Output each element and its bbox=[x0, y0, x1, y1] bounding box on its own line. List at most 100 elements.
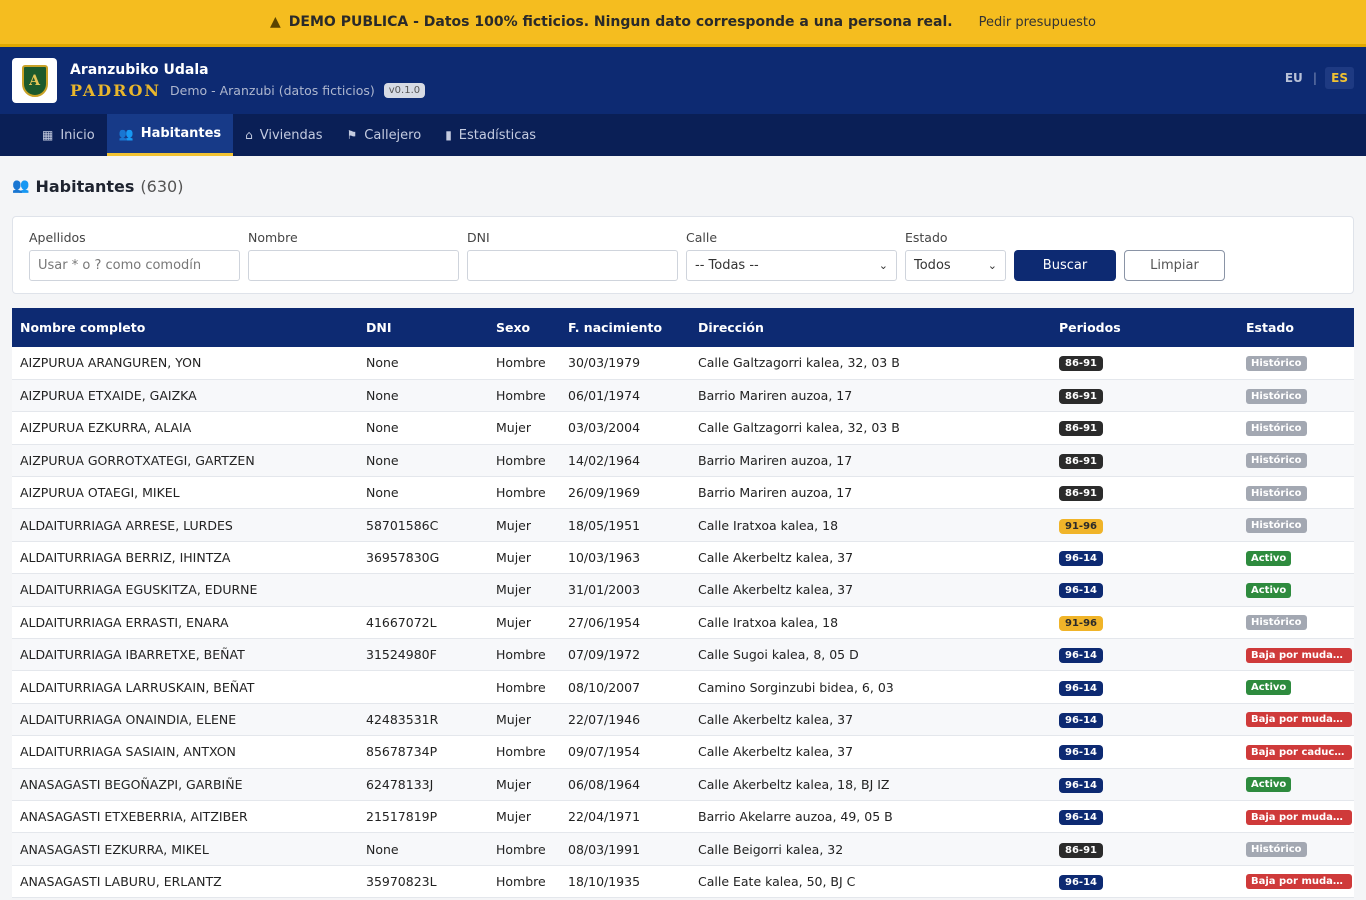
nav-viviendas-label: Viviendas bbox=[259, 127, 323, 143]
table-row[interactable]: ANASAGASTI LABURU, ERLANTZ 35970823L Hombr… bbox=[12, 865, 1354, 898]
status-badge: Activo bbox=[1246, 680, 1292, 696]
cell-direccion: Calle Sugoi kalea, 8, 05 D bbox=[698, 647, 859, 663]
cell-direccion: Barrio Mariren auzoa, 17 bbox=[698, 388, 853, 404]
filter-panel: Apellidos Usar * o ? como comodín Nombre… bbox=[12, 216, 1354, 294]
cell-estado: Histórico bbox=[1238, 477, 1354, 509]
apellidos-input[interactable]: Usar * o ? como comodín bbox=[29, 250, 240, 281]
status-badge: Histórico bbox=[1246, 518, 1307, 534]
nav-inicio[interactable]: ▦ Inicio bbox=[30, 114, 107, 156]
col-header-sexo[interactable]: Sexo bbox=[488, 308, 560, 347]
chevron-down-icon: ⌄ bbox=[878, 259, 888, 272]
cell-sexo: Mujer bbox=[496, 711, 532, 727]
demo-banner: ▲ DEMO PUBLICA - Datos 100% ficticios. N… bbox=[0, 0, 1366, 47]
nombre-input[interactable] bbox=[248, 250, 459, 281]
period-badge: 96-14 bbox=[1059, 810, 1103, 826]
table-row[interactable]: ALDAITURRIAGA SASIAIN, ANTXON 85678734P Ho… bbox=[12, 735, 1354, 769]
lang-es-button[interactable]: ES bbox=[1325, 67, 1354, 89]
filter-dni: DNI bbox=[467, 230, 678, 281]
cell-periodos: 86-91 bbox=[1051, 379, 1238, 411]
table-row[interactable]: AIZPURUA OTAEGI, MIKEL None Hombre 26/09/19… bbox=[12, 476, 1354, 509]
cell-estado: Histórico bbox=[1238, 444, 1354, 476]
cell-estado: Activo bbox=[1238, 574, 1354, 606]
cell-nombre: ALDAITURRIAGA ONAINDIA, ELENE bbox=[20, 711, 237, 727]
cell-direccion: Barrio Akelarre auzoa, 49, 05 B bbox=[698, 809, 893, 825]
cell-sexo: Hombre bbox=[496, 841, 546, 857]
status-badge: Activo bbox=[1246, 777, 1292, 793]
cell-nombre: ALDAITURRIAGA IBARRETXE, BEÑAT bbox=[20, 647, 245, 663]
cell-fnac: 22/04/1971 bbox=[568, 809, 641, 825]
cell-periodos: 96-14 bbox=[1051, 800, 1238, 832]
period-badge: 96-14 bbox=[1059, 874, 1103, 890]
municipal-logo[interactable]: A bbox=[12, 58, 57, 103]
col-header-fnac[interactable]: F. nacimiento bbox=[560, 308, 690, 347]
warning-icon: ▲ bbox=[270, 14, 281, 30]
period-badge: 91-96 bbox=[1059, 615, 1103, 631]
col-header-direccion[interactable]: Dirección bbox=[690, 308, 1051, 347]
table-row[interactable]: AIZPURUA ARANGUREN, YON None Hombre 30/03/1… bbox=[12, 347, 1354, 380]
cell-sexo: Mujer bbox=[496, 517, 532, 533]
clear-button[interactable]: Limpiar bbox=[1124, 250, 1225, 281]
cell-dni: 36957830G bbox=[366, 550, 440, 566]
table-row[interactable]: ANASAGASTI BEGOÑAZPI, GARBIÑE 62478133J Mu… bbox=[12, 768, 1354, 801]
nav-estadisticas[interactable]: ▮ Estadísticas bbox=[433, 114, 548, 156]
calle-select[interactable]: -- Todas -- ⌄ bbox=[686, 250, 897, 281]
table-row[interactable]: ALDAITURRIAGA LARRUSKAIN, BEÑAT Hombre 08/… bbox=[12, 670, 1354, 704]
cell-periodos: 91-96 bbox=[1051, 509, 1238, 541]
cell-sexo: Mujer bbox=[496, 614, 532, 630]
nav-callejero-label: Callejero bbox=[364, 127, 422, 143]
search-button[interactable]: Buscar bbox=[1014, 250, 1116, 281]
table-row[interactable]: ANASAGASTI EZKURRA, MIKEL None Hombre 08/03… bbox=[12, 832, 1354, 866]
table-row[interactable]: ALDAITURRIAGA BERRIZ, IHINTZA 36957830G Mu… bbox=[12, 541, 1354, 574]
cell-estado: Histórico bbox=[1238, 379, 1354, 411]
cell-dni: 62478133J bbox=[366, 776, 434, 792]
table-row[interactable]: ALDAITURRIAGA ONAINDIA, ELENE 42483531R Mu… bbox=[12, 703, 1354, 736]
cell-sexo: Hombre bbox=[496, 355, 546, 371]
col-header-dni[interactable]: DNI bbox=[358, 308, 488, 347]
lang-eu-button[interactable]: EU bbox=[1283, 67, 1305, 89]
calle-select-value: -- Todas -- bbox=[695, 258, 759, 273]
status-badge: Histórico bbox=[1246, 485, 1307, 501]
table-row[interactable]: AIZPURUA ETXAIDE, GAIZKA None Hombre 06/01/… bbox=[12, 379, 1354, 412]
page-title-text: Habitantes bbox=[35, 176, 135, 196]
request-quote-link[interactable]: Pedir presupuesto bbox=[979, 15, 1096, 30]
table-row[interactable]: ALDAITURRIAGA ERRASTI, ENARA 41667072L Muj… bbox=[12, 606, 1354, 639]
residents-table: Nombre completo DNI Sexo F. nacimiento D… bbox=[12, 308, 1354, 898]
filter-nombre: Nombre bbox=[248, 230, 459, 281]
cell-estado: Activo bbox=[1238, 541, 1354, 573]
cell-sexo: Hombre bbox=[496, 452, 546, 468]
table-row[interactable]: AIZPURUA GORROTXATEGI, GARTZEN None Hombre… bbox=[12, 444, 1354, 477]
table-row[interactable]: ANASAGASTI ETXEBERRIA, AITZIBER 21517819P… bbox=[12, 800, 1354, 833]
cell-nombre: ALDAITURRIAGA BERRIZ, IHINTZA bbox=[20, 550, 231, 566]
table-row[interactable]: ALDAITURRIAGA ARRESE, LURDES 58701586C Muj… bbox=[12, 508, 1354, 542]
cell-nombre: AIZPURUA EZKURRA, ALAIA bbox=[20, 420, 192, 436]
cell-dni: None bbox=[366, 841, 399, 857]
cell-sexo: Hombre bbox=[496, 744, 546, 760]
nav-viviendas[interactable]: ⌂ Viviendas bbox=[233, 114, 334, 156]
cell-nombre: ANASAGASTI ETXEBERRIA, AITZIBER bbox=[20, 809, 248, 825]
cell-dni: 35970823L bbox=[366, 873, 437, 889]
cell-dni bbox=[358, 574, 488, 606]
table-row[interactable]: ALDAITURRIAGA IBARRETXE, BEÑAT 31524980F H… bbox=[12, 638, 1354, 671]
period-badge: 86-91 bbox=[1059, 453, 1103, 469]
nav-habitantes[interactable]: 👥 Habitantes bbox=[106, 114, 234, 156]
estado-select[interactable]: Todos ⌄ bbox=[905, 250, 1006, 281]
cell-fnac: 08/10/2007 bbox=[568, 679, 641, 695]
cell-estado: Activo bbox=[1238, 671, 1354, 703]
nav-callejero[interactable]: ⚑ Callejero bbox=[335, 114, 434, 156]
col-header-periodos[interactable]: Periodos bbox=[1051, 308, 1238, 347]
table-row[interactable]: AIZPURUA EZKURRA, ALAIA None Mujer 03/03/20… bbox=[12, 411, 1354, 445]
table-row[interactable]: ALDAITURRIAGA EGUSKITZA, EDURNE Mujer 31/0… bbox=[12, 573, 1354, 607]
col-header-estado[interactable]: Estado bbox=[1238, 308, 1354, 347]
cell-estado: Baja por mudanza bbox=[1238, 703, 1354, 735]
cell-periodos: 86-91 bbox=[1051, 347, 1238, 379]
cell-fnac: 09/07/1954 bbox=[568, 744, 641, 760]
cell-direccion: Calle Iratxoa kalea, 18 bbox=[698, 614, 839, 630]
people-icon: 👥 bbox=[118, 126, 134, 141]
cell-fnac: 18/10/1935 bbox=[568, 873, 641, 889]
cell-dni: None bbox=[366, 452, 399, 468]
dni-input[interactable] bbox=[467, 250, 678, 281]
cell-direccion: Calle Galtzagorri kalea, 32, 03 B bbox=[698, 420, 900, 436]
demo-banner-text: ▲ DEMO PUBLICA - Datos 100% ficticios. N… bbox=[270, 14, 953, 30]
status-badge: Histórico bbox=[1246, 842, 1307, 858]
col-header-nombre[interactable]: Nombre completo bbox=[12, 308, 358, 347]
